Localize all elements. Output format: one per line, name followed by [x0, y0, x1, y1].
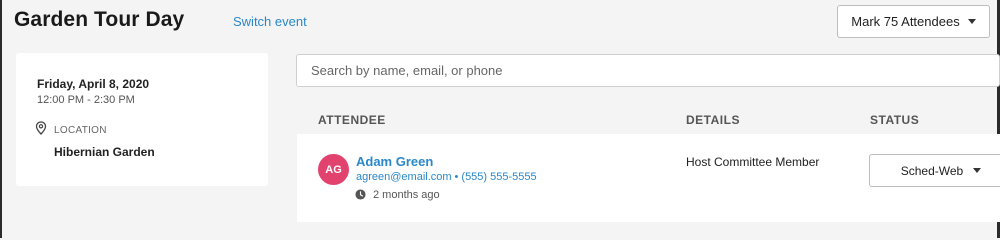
column-header-status[interactable]: STATUS [870, 113, 919, 127]
switch-event-link[interactable]: Switch event [233, 14, 307, 29]
search-input[interactable] [296, 54, 1000, 87]
attendee-phone-link[interactable]: (555) 555-5555 [461, 171, 536, 183]
mark-attendees-button[interactable]: Mark 75 Attendees [837, 5, 990, 38]
map-pin-icon [35, 121, 47, 135]
attendee-email-link[interactable]: agreen@email.com [356, 171, 452, 183]
table-row: AG Adam Green agreen@email.com • (555) 555… [297, 134, 1000, 222]
clock-icon [355, 189, 366, 200]
attendee-contact: agreen@email.com • (555) 555-5555 [356, 171, 537, 183]
status-dropdown[interactable]: Sched-Web [869, 154, 1000, 187]
event-date: Friday, April 8, 2020 [37, 77, 150, 91]
caret-down-icon [973, 168, 982, 173]
attendee-details: Host Committee Member [686, 155, 820, 169]
contact-separator: • [454, 171, 459, 183]
location-name: Hibernian Garden [54, 145, 155, 159]
location-label: LOCATION [54, 125, 107, 136]
attendee-time-ago: 2 months ago [373, 189, 440, 201]
window-frame-left [0, 0, 2, 238]
avatar: AG [318, 154, 349, 185]
event-title: Garden Tour Day [14, 8, 185, 31]
column-header-details[interactable]: DETAILS [686, 113, 740, 127]
event-info-card: Friday, April 8, 2020 12:00 PM - 2:30 PM… [16, 53, 268, 186]
attendee-name-link[interactable]: Adam Green [356, 154, 433, 169]
caret-down-icon [967, 19, 976, 24]
event-time: 12:00 PM - 2:30 PM [37, 94, 135, 106]
mark-attendees-label: Mark 75 Attendees [851, 14, 960, 29]
status-dropdown-label: Sched-Web [900, 163, 964, 178]
column-header-attendee[interactable]: ATTENDEE [318, 113, 386, 127]
